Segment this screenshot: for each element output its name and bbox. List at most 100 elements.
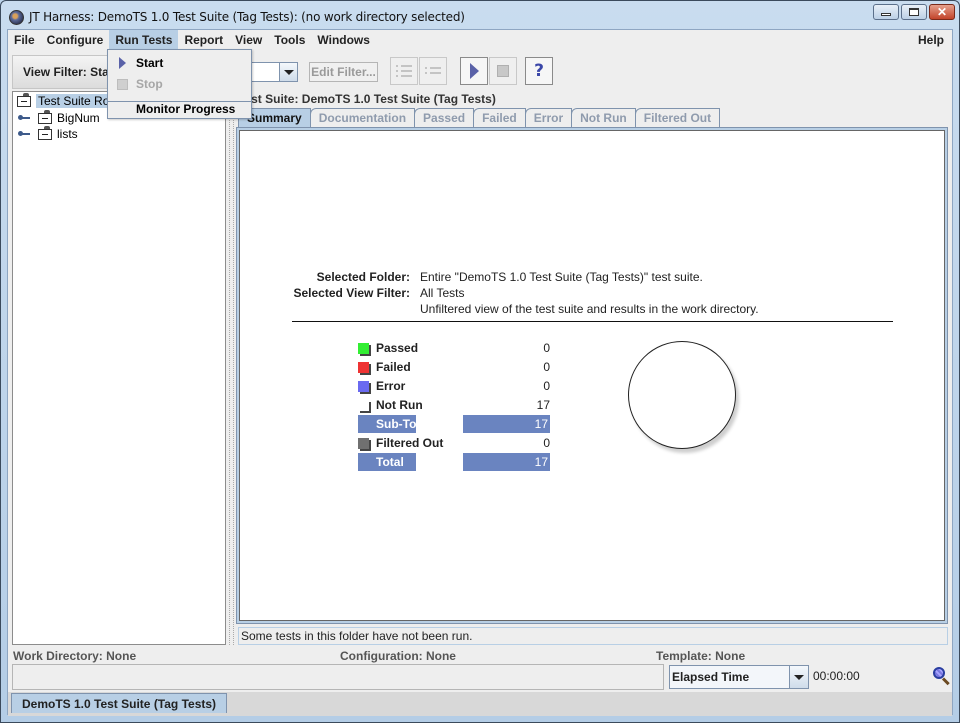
stat-filtered-out: Filtered Out 0 — [358, 434, 550, 452]
tab-test-suite[interactable]: DemoTS 1.0 Test Suite (Tag Tests) — [11, 693, 228, 713]
menu-run-tests-label: Run Tests — [115, 33, 173, 47]
close-button[interactable]: ✕ — [929, 4, 955, 20]
help-button[interactable]: ? — [525, 57, 553, 85]
tree-node-bignum[interactable]: BigNum — [18, 109, 100, 126]
suite-title: Test Suite: DemoTS 1.0 Test Suite (Tag T… — [238, 92, 496, 106]
results-pie-chart — [628, 341, 736, 449]
minimize-button[interactable] — [873, 4, 899, 20]
view-filter-label: View Filter: Sta — [23, 65, 109, 79]
stat-count: 0 — [543, 379, 550, 393]
elapsed-time-value: 00:00:00 — [813, 669, 860, 683]
menu-configure[interactable]: Configure — [41, 30, 110, 50]
maximize-button[interactable] — [901, 4, 927, 20]
folder-status-message: Some tests in this folder have not been … — [238, 627, 948, 645]
selected-folder-row: Selected Folder: Entire "DemoTS 1.0 Test… — [240, 270, 703, 284]
menu-item-start[interactable]: Start — [108, 53, 251, 73]
divider — [292, 321, 893, 322]
stop-icon — [116, 78, 128, 90]
result-tabs: Summary Documentation Passed Failed Erro… — [238, 108, 721, 127]
stat-count: 17 — [536, 398, 550, 412]
menu-help[interactable]: Help — [912, 30, 950, 50]
template-label[interactable]: Template: None — [656, 649, 745, 663]
tree-node-root[interactable]: Test Suite Root — [17, 92, 122, 109]
play-icon — [469, 63, 479, 79]
tab-documentation[interactable]: Documentation — [309, 108, 416, 127]
folder-icon — [17, 92, 31, 107]
stat-count: 0 — [543, 341, 550, 355]
tab-not-run[interactable]: Not Run — [571, 108, 636, 127]
elapsed-time-select[interactable]: Elapsed Time — [669, 665, 809, 689]
tree-node-lists[interactable]: lists — [18, 125, 78, 142]
elapsed-dropdown-button[interactable] — [789, 666, 808, 688]
test-suite-tabs: DemoTS 1.0 Test Suite (Tag Tests) — [8, 692, 952, 716]
client-area: File Configure Run Tests Report View Too… — [7, 29, 953, 716]
stop-tests-button[interactable] — [489, 57, 517, 85]
test-tree: Test Suite Root BigNum lists — [12, 91, 226, 645]
menu-file[interactable]: File — [8, 30, 41, 50]
menu-tools[interactable]: Tools — [268, 30, 311, 50]
title-bar: JT Harness: DemoTS 1.0 Test Suite (Tag T… — [5, 5, 955, 29]
folder-icon — [38, 125, 52, 140]
expand-list-icon — [396, 65, 412, 77]
stat-total: Total 17 — [358, 453, 550, 471]
configuration-label[interactable]: Configuration: None — [340, 649, 456, 663]
tab-passed[interactable]: Passed — [414, 108, 475, 127]
progress-message-field — [12, 664, 664, 690]
passed-swatch-icon — [358, 342, 369, 354]
tab-failed[interactable]: Failed — [473, 108, 526, 127]
menu-windows[interactable]: Windows — [311, 30, 376, 50]
not-run-swatch-icon — [358, 400, 369, 411]
stat-subtotal: Sub-Total 17 — [358, 415, 550, 433]
magnifier-handle — [941, 677, 950, 686]
stat-failed: Failed 0 — [358, 358, 550, 376]
menu-run-tests[interactable]: Run Tests — [109, 30, 179, 50]
collapse-list-button[interactable] — [419, 57, 447, 85]
selected-folder-label: Selected Folder: — [316, 270, 410, 284]
tab-filtered-out[interactable]: Filtered Out — [634, 108, 721, 127]
menu-report[interactable]: Report — [178, 30, 229, 50]
split-pane-divider[interactable] — [229, 91, 234, 645]
edit-filter-button[interactable]: Edit Filter... — [309, 62, 378, 82]
selected-view-filter-row: Selected View Filter: All Tests — [240, 286, 465, 300]
menu-item-stop[interactable]: Stop — [108, 74, 251, 94]
close-icon: ✕ — [936, 5, 948, 19]
menu-item-label: Stop — [136, 77, 163, 91]
filtered-out-swatch-icon — [358, 437, 369, 449]
expand-list-button[interactable] — [390, 57, 418, 85]
work-directory-label[interactable]: Work Directory: None — [13, 649, 136, 663]
menu-item-label: Start — [136, 56, 164, 70]
stat-label: Error — [376, 379, 406, 393]
summary-panel: Selected Folder: Entire "DemoTS 1.0 Test… — [239, 130, 945, 621]
filter-dropdown-button[interactable] — [279, 63, 297, 81]
collapse-list-icon — [425, 65, 441, 77]
stat-passed: Passed 0 — [358, 339, 550, 357]
menu-help-label: Help — [917, 33, 944, 47]
stat-error: Error 0 — [358, 377, 550, 395]
start-tests-button[interactable] — [460, 57, 488, 85]
selected-view-filter-value: All Tests — [420, 286, 465, 300]
stat-not-run: Not Run 17 — [358, 396, 550, 414]
stop-icon — [497, 65, 509, 77]
stat-count: 0 — [543, 360, 550, 374]
menu-file-label: File — [14, 33, 35, 47]
tab-error[interactable]: Error — [524, 108, 573, 127]
magnifier-button[interactable] — [932, 666, 950, 686]
selected-folder-value: Entire "DemoTS 1.0 Test Suite (Tag Tests… — [420, 270, 703, 284]
summary-panel-frame: Selected Folder: Entire "DemoTS 1.0 Test… — [236, 127, 948, 624]
tree-node-label: BigNum — [57, 111, 100, 125]
stat-count: 17 — [463, 415, 550, 433]
menu-view-label: View — [235, 33, 263, 47]
app-window: JT Harness: DemoTS 1.0 Test Suite (Tag T… — [0, 0, 960, 723]
chevron-down-icon — [794, 674, 804, 680]
stat-count: 17 — [463, 453, 550, 471]
menu-item-monitor-progress[interactable]: Monitor Progress — [108, 99, 251, 119]
elapsed-time-selected: Elapsed Time — [672, 670, 750, 684]
stat-label: Failed — [376, 360, 411, 374]
progress-row: Elapsed Time 00:00:00 — [12, 664, 950, 690]
menu-windows-label: Windows — [317, 33, 370, 47]
expand-handle-icon[interactable] — [18, 114, 30, 122]
failed-swatch-icon — [358, 361, 369, 373]
menu-view[interactable]: View — [229, 30, 268, 50]
expand-handle-icon[interactable] — [18, 130, 30, 138]
